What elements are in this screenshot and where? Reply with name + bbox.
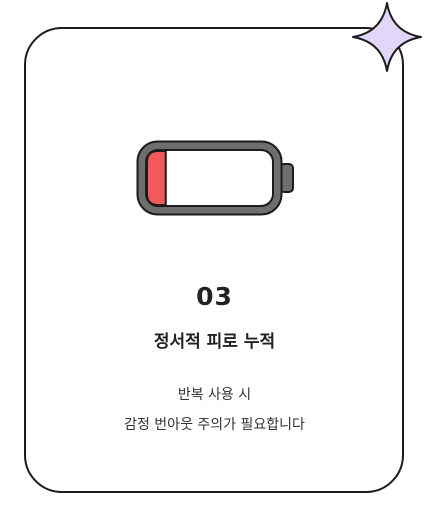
sparkle-icon [352, 2, 422, 72]
card-description-line-1: 반복 사용 시 [177, 387, 252, 403]
card-number: 03 [196, 282, 233, 311]
battery-low-icon [136, 140, 294, 216]
card-description-line-2: 감정 번아웃 주의가 필요합니다 [124, 417, 305, 433]
card-title: 정서적 피로 누적 [153, 332, 276, 352]
battery-charge-fill [146, 150, 167, 206]
